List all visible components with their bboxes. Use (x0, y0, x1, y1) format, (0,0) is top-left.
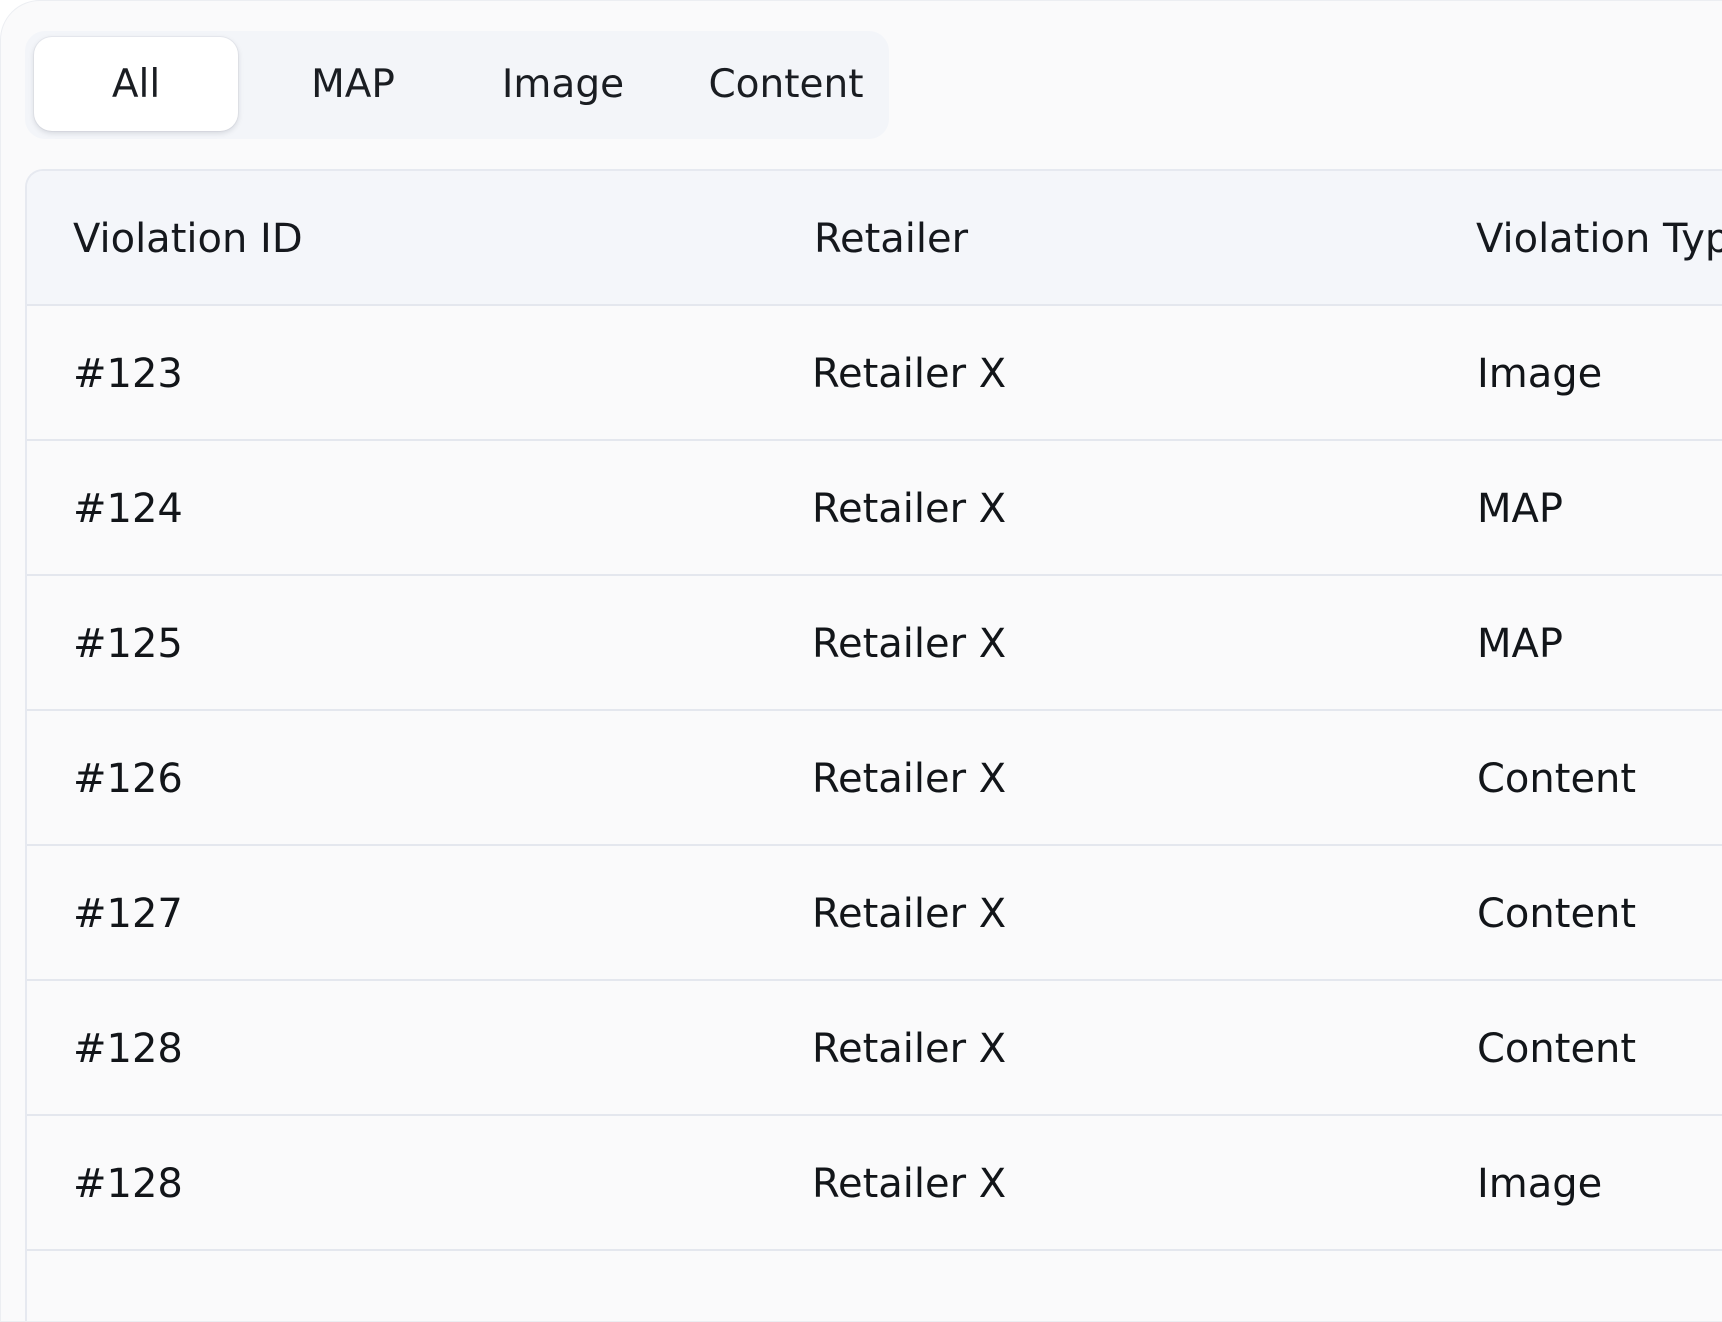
table-header: Violation ID Retailer Violation Typ (27, 171, 1722, 306)
cell-violation-type: Content (1477, 891, 1637, 937)
table-row[interactable]: #125 Retailer X MAP (27, 576, 1722, 711)
table-row[interactable]: #123 Retailer X Image (27, 306, 1722, 441)
cell-violation-id: #125 (73, 621, 183, 667)
cell-retailer: Retailer X (812, 1161, 1007, 1207)
cell-retailer: Retailer X (812, 621, 1007, 667)
table-row[interactable]: #124 Retailer X MAP (27, 441, 1722, 576)
column-header-violation-type[interactable]: Violation Typ (1476, 219, 1722, 259)
cell-violation-type: Content (1477, 756, 1637, 802)
tab-content[interactable]: Content (688, 37, 884, 131)
table-row[interactable] (27, 1251, 1722, 1321)
cell-retailer: Retailer X (812, 1026, 1007, 1072)
violations-table: Violation ID Retailer Violation Typ #123… (25, 169, 1722, 1321)
cell-violation-id: #126 (73, 756, 183, 802)
cell-retailer: Retailer X (812, 486, 1007, 532)
cell-violation-id: #128 (73, 1026, 183, 1072)
cell-violation-id: #123 (73, 351, 183, 397)
tab-image[interactable]: Image (462, 37, 664, 131)
table-row[interactable]: #127 Retailer X Content (27, 846, 1722, 981)
column-header-retailer[interactable]: Retailer (814, 219, 968, 259)
table-row[interactable]: #126 Retailer X Content (27, 711, 1722, 846)
cell-retailer: Retailer X (812, 891, 1007, 937)
column-header-violation-id[interactable]: Violation ID (73, 219, 303, 259)
filter-tabs: All MAP Image Content (25, 31, 889, 139)
cell-violation-type: Image (1477, 1161, 1603, 1207)
cell-violation-id: #128 (73, 1161, 183, 1207)
cell-violation-type: MAP (1477, 621, 1563, 667)
cell-retailer: Retailer X (812, 351, 1007, 397)
violations-panel: All MAP Image Content Violation ID Retai… (0, 0, 1722, 1322)
cell-violation-type: Content (1477, 1026, 1637, 1072)
cell-violation-id: #127 (73, 891, 183, 937)
tab-all[interactable]: All (34, 37, 238, 131)
table-row[interactable]: #128 Retailer X Image (27, 1116, 1722, 1251)
cell-violation-type: Image (1477, 351, 1603, 397)
tab-map[interactable]: MAP (278, 37, 428, 131)
cell-retailer: Retailer X (812, 756, 1007, 802)
table-row[interactable]: #128 Retailer X Content (27, 981, 1722, 1116)
cell-violation-id: #124 (73, 486, 183, 532)
cell-violation-type: MAP (1477, 486, 1563, 532)
